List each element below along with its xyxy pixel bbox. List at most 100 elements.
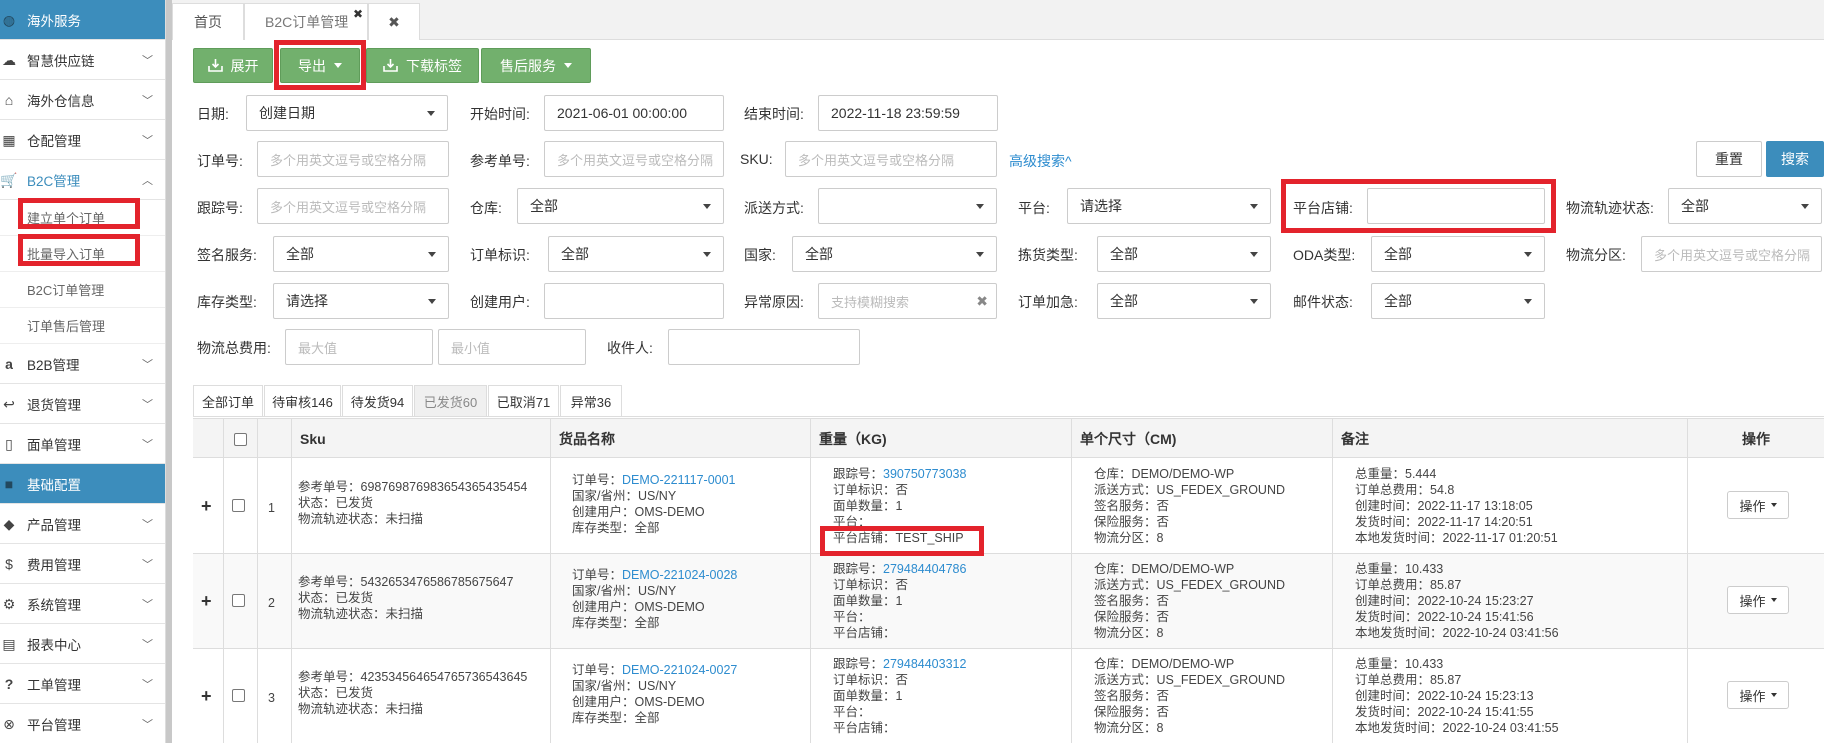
cell-line: 签名服务：否 bbox=[1094, 499, 1170, 513]
sidebar-sub-create-order[interactable]: 建立单个订单 bbox=[0, 200, 165, 236]
chevron-down-icon: ﹀ bbox=[142, 559, 153, 571]
sidebar-item-b2c[interactable]: 🛒 B2C管理 ︿ bbox=[0, 160, 165, 200]
delivery-label: 派送方式: bbox=[744, 200, 804, 216]
country-select[interactable]: 全部 bbox=[792, 236, 997, 272]
fee-min-input[interactable]: 最小值 bbox=[438, 329, 586, 365]
row-action-button[interactable]: 操作 bbox=[1727, 586, 1789, 614]
cell-line: 创建时间：2022-10-24 15:23:27 bbox=[1355, 594, 1534, 608]
platform-select[interactable]: 请选择 bbox=[1067, 188, 1271, 224]
cell-line: 仓库：DEMO/DEMO-WP bbox=[1094, 657, 1235, 671]
end-time-input[interactable]: 2022-11-18 23:59:59 bbox=[818, 95, 998, 131]
date-select[interactable]: 创建日期 bbox=[246, 95, 448, 131]
stock-type-select[interactable]: 请选择 bbox=[273, 283, 449, 319]
status-tab-pending-ship[interactable]: 待发货94 bbox=[342, 385, 413, 416]
expand-row-icon[interactable]: + bbox=[201, 496, 212, 517]
sidebar-sub-batch-import[interactable]: 批量导入订单 bbox=[0, 236, 165, 272]
mail-status-select[interactable]: 全部 bbox=[1371, 283, 1545, 319]
pick-select[interactable]: 全部 bbox=[1097, 236, 1271, 272]
creator-input[interactable] bbox=[544, 283, 724, 319]
order-no-link[interactable]: DEMO-221024-0027 bbox=[622, 663, 737, 677]
ref-no-input[interactable]: 多个用英文逗号或空格分隔 bbox=[544, 141, 724, 177]
sidebar-item-fees[interactable]: $ 费用管理 ﹀ bbox=[0, 544, 165, 584]
table-row: +1 参考单号：69876987698365436543545​4 状态：已发货 物流… bbox=[193, 459, 1824, 554]
caret-down-icon bbox=[428, 252, 436, 257]
order-no-link[interactable]: DEMO-221024-0028 bbox=[622, 568, 737, 582]
tracking-input[interactable]: 多个用英文逗号或空格分隔 bbox=[257, 188, 449, 224]
row-checkbox[interactable] bbox=[232, 594, 245, 607]
search-button[interactable]: 搜索 bbox=[1766, 141, 1824, 177]
sidebar-item-tickets[interactable]: ? 工单管理 ﹀ bbox=[0, 664, 165, 704]
reset-button[interactable]: 重置 bbox=[1696, 141, 1762, 177]
zone-input[interactable]: 多个用英文逗号或空格分隔 bbox=[1641, 236, 1822, 272]
row-action-button[interactable]: 操作 bbox=[1727, 491, 1789, 519]
logistics-status-select[interactable]: 全部 bbox=[1668, 188, 1822, 224]
select-all-checkbox[interactable] bbox=[234, 432, 247, 446]
sku-input[interactable]: 多个用英文逗号或空格分隔 bbox=[785, 141, 997, 177]
status-tab-shipped[interactable]: 已发货60 bbox=[414, 385, 487, 416]
exception-input[interactable]: 支持模糊搜索 ✖ bbox=[818, 283, 997, 319]
sidebar-item-supply-chain[interactable]: ☁ 智慧供应链 ﹀ bbox=[0, 40, 165, 80]
store-input[interactable] bbox=[1367, 188, 1545, 224]
cart-icon: 🛒 bbox=[0, 171, 18, 188]
tracking-no-link[interactable]: 279484403312 bbox=[883, 657, 966, 671]
chevron-down-icon: ﹀ bbox=[142, 639, 153, 651]
sidebar-sub-after-sales[interactable]: 订单售后管理 bbox=[0, 308, 165, 344]
pick-label: 拣货类型: bbox=[1018, 247, 1078, 263]
expand-button[interactable]: 展开 bbox=[193, 48, 273, 83]
order-no-input[interactable]: 多个用英文逗号或空格分隔 bbox=[257, 141, 449, 177]
file-icon: ▯ bbox=[5, 435, 13, 452]
sidebar-item-warehouse-info[interactable]: ⌂ 海外仓信息 ﹀ bbox=[0, 80, 165, 120]
expand-row-icon[interactable]: + bbox=[201, 591, 212, 612]
order-no-line: 订单号：DEMO-221024-0027 bbox=[572, 662, 737, 678]
status-tab-cancelled[interactable]: 已取消71 bbox=[488, 385, 559, 416]
sidebar-item-reports[interactable]: ▤ 报表中心 ﹀ bbox=[0, 624, 165, 664]
cell-line: 面单数量：1 bbox=[833, 689, 903, 703]
fee-max-input[interactable]: 最大值 bbox=[285, 329, 433, 365]
close-all-tabs-button[interactable]: ✖ bbox=[368, 3, 420, 40]
sidebar-item-fulfillment[interactable]: ▦ 仓配管理 ﹀ bbox=[0, 120, 165, 160]
advanced-search-link[interactable]: 高级搜索^ bbox=[1009, 151, 1072, 171]
sidebar-item-labels[interactable]: ▯ 面单管理 ﹀ bbox=[0, 424, 165, 464]
sidebar-sub-b2c-orders[interactable]: B2C订单管理 bbox=[0, 272, 165, 308]
cell-line: 总重量：10.433 bbox=[1355, 657, 1444, 671]
tab-b2c-orders[interactable]: B2C订单管理 ✖ bbox=[244, 3, 368, 40]
urgent-select[interactable]: 全部 bbox=[1097, 283, 1271, 319]
ref-no-label: 参考单号: bbox=[470, 153, 530, 169]
sign-select[interactable]: 全部 bbox=[273, 236, 449, 272]
status-tab-pending-review[interactable]: 待审核146 bbox=[264, 385, 341, 416]
cell-line: 创建用户：OMS-DEMO bbox=[572, 505, 705, 519]
cell-line: 状态：已发货 bbox=[298, 496, 374, 510]
row-checkbox[interactable] bbox=[232, 499, 245, 512]
receiver-input[interactable] bbox=[668, 329, 860, 365]
urgent-label: 订单加急: bbox=[1018, 294, 1078, 310]
after-sales-button[interactable]: 售后服务 bbox=[481, 48, 591, 83]
row-action-button[interactable]: 操作 bbox=[1727, 681, 1789, 709]
order-no-link[interactable]: DEMO-221117-0001 bbox=[622, 473, 736, 487]
sidebar-item-b2b[interactable]: a B2B管理 ﹀ bbox=[0, 344, 165, 384]
expand-row-icon[interactable]: + bbox=[201, 686, 212, 707]
oda-select[interactable]: 全部 bbox=[1371, 236, 1545, 272]
start-time-input[interactable]: 2021-06-01 00:00:00 bbox=[544, 95, 724, 131]
sidebar-item-system[interactable]: ⚙ 系统管理 ﹀ bbox=[0, 584, 165, 624]
close-icon[interactable]: ✖ bbox=[353, 7, 363, 21]
tracking-no-link[interactable]: 390750773038 bbox=[883, 467, 966, 481]
status-tab-all[interactable]: 全部订单 bbox=[193, 385, 263, 416]
tab-home[interactable]: 首页 bbox=[172, 3, 244, 40]
sidebar-section-overseas[interactable]: ◍ 海外服务 bbox=[0, 0, 165, 40]
sidebar-item-returns[interactable]: ↩ 退货管理 ﹀ bbox=[0, 384, 165, 424]
download-label-button[interactable]: 下载标签 bbox=[366, 48, 479, 83]
row-checkbox[interactable] bbox=[232, 689, 245, 702]
delivery-select[interactable] bbox=[818, 188, 997, 224]
warehouse-select[interactable]: 全部 bbox=[517, 188, 724, 224]
tracking-no-link[interactable]: 279484404786 bbox=[883, 562, 966, 576]
sidebar-scrollbar[interactable] bbox=[166, 0, 172, 743]
export-button[interactable]: 导出 bbox=[280, 48, 360, 83]
sidebar-item-products[interactable]: ◆ 产品管理 ﹀ bbox=[0, 504, 165, 544]
sidebar-section-basic-config[interactable]: ■ 基础配置 bbox=[0, 464, 165, 504]
cell-line: 状态：已发货 bbox=[298, 591, 374, 605]
col-action: 操作 bbox=[1687, 419, 1824, 459]
sidebar-item-platform[interactable]: ⊗ 平台管理 ﹀ bbox=[0, 704, 165, 743]
clear-icon[interactable]: ✖ bbox=[976, 284, 988, 318]
flag-select[interactable]: 全部 bbox=[548, 236, 724, 272]
status-tab-exception[interactable]: 异常36 bbox=[560, 385, 622, 416]
